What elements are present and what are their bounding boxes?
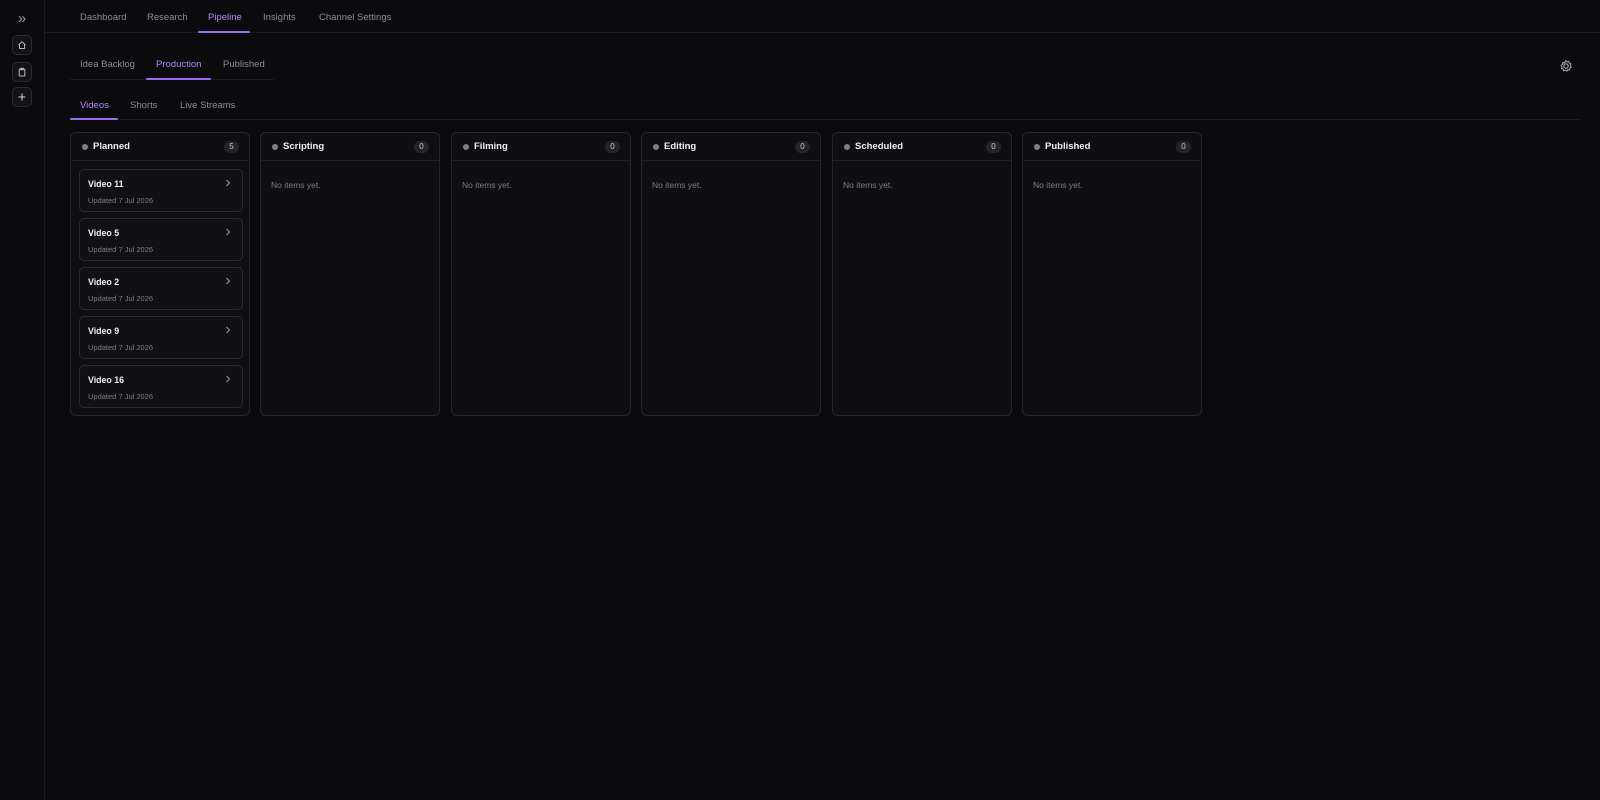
- nav-insights[interactable]: Insights: [263, 0, 296, 33]
- card-title: Video 5: [88, 228, 120, 238]
- left-rail: »: [0, 0, 45, 800]
- empty-state-text: No items yet.: [1033, 180, 1083, 190]
- settings-button[interactable]: [1558, 58, 1574, 74]
- tab-production[interactable]: Production: [156, 56, 201, 78]
- column-filming: Filming 0 No items yet.: [451, 132, 631, 416]
- clipboard-icon: [18, 67, 26, 77]
- column-header: Published 0: [1023, 133, 1201, 161]
- nav-dashboard[interactable]: Dashboard: [80, 0, 126, 33]
- chevron-right-icon: [226, 228, 231, 236]
- column-title: Scheduled: [855, 141, 904, 152]
- card-title: Video 2: [88, 277, 120, 287]
- status-dot: [272, 144, 278, 150]
- column-title: Published: [1045, 141, 1091, 152]
- column-count-badge: 0: [1176, 141, 1191, 153]
- empty-state-text: No items yet.: [652, 180, 702, 190]
- card-updated: Updated 7 Jul 2026: [88, 245, 154, 254]
- card-video-2[interactable]: Video 2 Updated 7 Jul 2026: [79, 267, 243, 310]
- card-updated: Updated 7 Jul 2026: [88, 392, 154, 401]
- tab-live-streams[interactable]: Live Streams: [180, 97, 235, 119]
- column-count-badge: 0: [795, 141, 810, 153]
- nav-research[interactable]: Research: [147, 0, 188, 33]
- status-dot: [82, 144, 88, 150]
- status-dot: [653, 144, 659, 150]
- card-updated: Updated 7 Jul 2026: [88, 196, 154, 205]
- card-video-11[interactable]: Video 11 Updated 7 Jul 2026: [79, 169, 243, 212]
- nav-pipeline[interactable]: Pipeline: [208, 0, 242, 33]
- home-icon: [18, 41, 26, 49]
- column-editing: Editing 0 No items yet.: [641, 132, 821, 416]
- tab-videos[interactable]: Videos: [80, 97, 109, 119]
- status-dot: [463, 144, 469, 150]
- column-title: Filming: [474, 141, 508, 152]
- card-title: Video 9: [88, 326, 120, 336]
- column-title: Planned: [93, 141, 130, 152]
- column-header: Scheduled 0: [833, 133, 1011, 161]
- chevron-right-icon: [226, 277, 231, 285]
- column-header: Editing 0: [642, 133, 820, 161]
- nav-channel-settings[interactable]: Channel Settings: [319, 0, 391, 33]
- column-scheduled: Scheduled 0 No items yet.: [832, 132, 1012, 416]
- view-active-indicator: [70, 118, 118, 120]
- expand-sidebar-icon[interactable]: »: [12, 10, 32, 28]
- card-title: Video 16: [88, 375, 125, 385]
- pipeline-tabs: Idea Backlog Production Published: [70, 56, 274, 80]
- top-nav: Dashboard Research Pipeline Insights Cha…: [45, 0, 1600, 33]
- nav-active-indicator: [198, 31, 250, 33]
- column-count-badge: 5: [224, 141, 239, 153]
- clipboard-button[interactable]: [12, 62, 32, 82]
- column-title: Editing: [664, 141, 697, 152]
- column-count-badge: 0: [605, 141, 620, 153]
- plus-icon: [18, 93, 26, 101]
- empty-state-text: No items yet.: [462, 180, 512, 190]
- column-planned: Planned 5 Video 11 Updated 7 Jul 2026 Vi…: [70, 132, 250, 416]
- card-video-9[interactable]: Video 9 Updated 7 Jul 2026: [79, 316, 243, 359]
- home-button[interactable]: [12, 35, 32, 55]
- empty-state-text: No items yet.: [843, 180, 893, 190]
- chevron-right-icon: [226, 179, 231, 187]
- column-header: Filming 0: [452, 133, 630, 161]
- tab-shorts[interactable]: Shorts: [130, 97, 157, 119]
- add-button[interactable]: [12, 87, 32, 107]
- empty-state-text: No items yet.: [271, 180, 321, 190]
- card-title: Video 11: [88, 179, 124, 189]
- tab-idea-backlog[interactable]: Idea Backlog: [80, 56, 135, 78]
- chevron-right-icon: [226, 375, 231, 383]
- column-count-badge: 0: [986, 141, 1001, 153]
- status-dot: [844, 144, 850, 150]
- column-header: Scripting 0: [261, 133, 439, 161]
- card-video-5[interactable]: Video 5 Updated 7 Jul 2026: [79, 218, 243, 261]
- column-title: Scripting: [283, 141, 325, 152]
- status-dot: [1034, 144, 1040, 150]
- card-updated: Updated 7 Jul 2026: [88, 343, 154, 352]
- column-count-badge: 0: [414, 141, 429, 153]
- view-tabs: Videos Shorts Live Streams: [70, 97, 1580, 120]
- card-updated: Updated 7 Jul 2026: [88, 294, 154, 303]
- tab-active-indicator: [146, 78, 211, 80]
- column-header: Planned 5: [71, 133, 249, 161]
- column-published: Published 0 No items yet.: [1022, 132, 1202, 416]
- column-scripting: Scripting 0 No items yet.: [260, 132, 440, 416]
- card-video-16[interactable]: Video 16 Updated 7 Jul 2026: [79, 365, 243, 408]
- gear-icon: [1560, 59, 1572, 72]
- tab-published[interactable]: Published: [223, 56, 265, 78]
- chevron-right-icon: [226, 326, 231, 334]
